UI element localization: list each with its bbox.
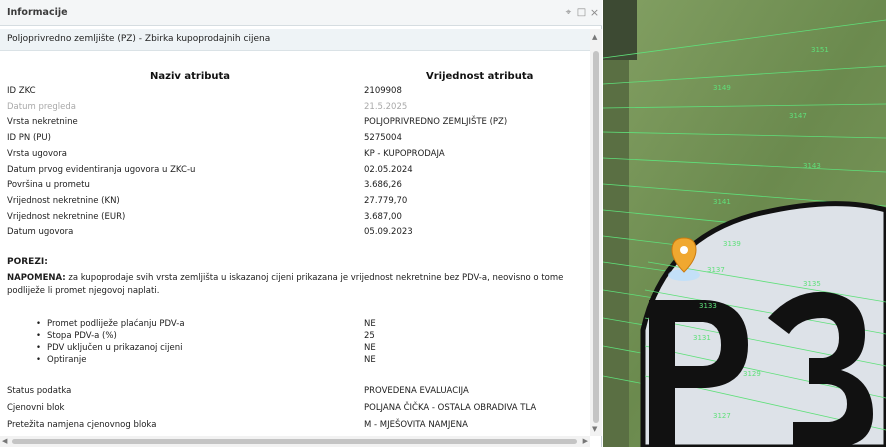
attribute-row: Cjenovni blok POLJANA ČIČKA - OSTALA OBRA… [7,402,582,414]
parcel-number-label: 3151 [811,46,829,54]
close-icon[interactable]: × [589,7,600,18]
attribute-value: 27.779,70 [364,195,408,206]
parcel-number-label: 3133 [699,302,717,310]
bullet-dot: • [36,343,42,353]
tax-item: • Stopa PDV-a (%) 25 [36,331,576,342]
attribute-row: Datum pregleda 21.5.2025 [7,101,582,113]
panel-titlebar: Informacije ⌖ □ × [0,0,602,26]
attribute-row: Datum prvog evidentiranja ugovora u ZKC-… [7,164,582,176]
attribute-value: 2109908 [364,86,402,96]
tax-item-label: Stopa PDV-a (%) [47,331,117,341]
parcel-number-label: 3135 [803,280,821,288]
tax-item-value: NE [364,319,376,329]
bullet-dot: • [36,319,42,329]
attributes-content[interactable]: Naziv atributa Vrijednost atributa ID ZK… [0,52,590,436]
horizontal-scroll-thumb[interactable] [12,439,577,444]
attribute-row: Pretežita namjena cjenovnog bloka M - MJE… [7,419,582,431]
attribute-row: ID ZKC 2109908 [7,85,582,97]
scroll-right-icon[interactable]: ▶ [583,437,588,445]
attribute-value: 21.5.2025 [364,101,408,112]
attribute-row: Datum ugovora 05.09.2023 [7,226,582,238]
attribute-name: Vrsta ugovora [7,148,67,159]
tax-item-label: Promet podliježe plaćanju PDV-a [47,319,185,329]
attribute-row: Vrsta nekretnine POLJOPRIVREDNO ZEMLJIŠTE… [7,116,582,128]
attribute-name: Površina u prometu [7,180,90,191]
scroll-down-icon[interactable]: ▼ [592,425,597,433]
vertical-scrollbar[interactable]: ▲ ▼ [590,29,602,436]
attribute-value: PROVEDENA EVALUACIJA [364,386,469,396]
attribute-name: Vrijednost nekretnine (EUR) [7,211,126,222]
attribute-value: POLJANA ČIČKA - OSTALA OBRADIVA TLA [364,403,537,413]
attribute-name: Vrsta nekretnine [7,117,78,128]
attribute-row: Vrijednost nekretnine (KN) 27.779,70 [7,195,582,207]
tax-item-label: PDV uključen u prikazanoj cijeni [47,343,183,353]
tax-item: • Promet podliježe plaćanju PDV-a NE [36,319,576,330]
tax-item-value: 25 [364,331,375,341]
napomena-text: za kupoprodaje svih vrsta zemljišta u is… [7,273,564,296]
attribute-name: Datum pregleda [7,101,76,112]
vertical-scroll-thumb[interactable] [593,51,599,423]
attribute-value: 02.05.2024 [364,164,413,175]
attribute-name: Vrijednost nekretnine (KN) [7,195,120,206]
bullet-dot: • [36,355,42,365]
napomena-note: NAPOMENA: za kupoprodaje svih vrsta zeml… [7,272,582,298]
map-view[interactable]: 3151 3149 3147 3143 3141 3139 3137 3135 3133 3131… [603,0,886,447]
attribute-name: Cjenovni blok [7,403,65,413]
attribute-value: 5275004 [364,133,402,144]
attribute-name: ID PN (PU) [7,133,51,144]
attribute-name: Pretežita namjena cjenovnog bloka [7,420,157,430]
parcel-number-label: 3139 [723,240,741,248]
horizontal-scrollbar[interactable]: ◀ ▶ [0,436,590,447]
column-header-name: Naziv atributa [150,71,231,82]
column-header-value: Vrijednost atributa [426,71,534,82]
attribute-row: Status podatka PROVEDENA EVALUACIJA [7,385,582,397]
field-corner [603,0,637,60]
attribute-row: Vrsta ugovora KP - KUPOPRODAJA [7,148,582,160]
attribute-row: Vrijednost nekretnine (EUR) 3.687,00 [7,211,582,223]
scroll-left-icon[interactable]: ◀ [2,437,7,445]
attribute-row: Površina u prometu 3.686,26 [7,179,582,191]
map-canvas[interactable]: 3151 3149 3147 3143 3141 3139 3137 3135 3133 3131… [603,0,886,447]
parcel-number-label: 3131 [693,334,711,342]
layer-subtitle-bar: Poljoprivredno zemljište (PZ) - Zbirka k… [0,29,590,51]
attribute-value: KP - KUPOPRODAJA [364,148,445,159]
attribute-value: M - MJEŠOVITA NAMJENA [364,420,468,430]
napomena-label: NAPOMENA: [7,273,66,283]
parcel-number-label: 3127 [713,412,731,420]
attribute-name: Datum prvog evidentiranja ugovora u ZKC-… [7,164,196,175]
attribute-value: 3.687,00 [364,211,402,222]
tax-item: • Optiranje NE [36,355,576,366]
attribute-row: ID PN (PU) 5275004 [7,132,582,144]
bullet-dot: • [36,331,42,341]
layer-subtitle: Poljoprivredno zemljište (PZ) - Zbirka k… [7,34,271,44]
attribute-value: 05.09.2023 [364,227,413,238]
tax-item: • PDV uključen u prikazanoj cijeni NE [36,343,576,354]
tax-item-value: NE [364,355,376,365]
parcel-number-label: 3141 [713,198,731,206]
scroll-up-icon[interactable]: ▲ [592,33,597,41]
maximize-icon[interactable]: □ [576,7,587,18]
parcel-number-label: 3137 [707,266,725,274]
attribute-name: Status podatka [7,386,72,396]
attribute-name: ID ZKC [7,86,36,96]
tax-item-value: NE [364,343,376,353]
attribute-value: POLJOPRIVREDNO ZEMLJIŠTE (PZ) [364,117,508,128]
attribute-name: Datum ugovora [7,227,74,238]
pin-icon[interactable]: ⌖ [563,7,574,18]
panel-title: Informacije [7,7,68,18]
tax-item-label: Optiranje [47,355,87,365]
porezi-heading: POREZI: [7,257,48,267]
parcel-number-label: 3143 [803,162,821,170]
parcel-number-label: 3129 [743,370,761,378]
info-panel: Informacije ⌖ □ × Poljoprivredno zemljiš… [0,0,602,447]
parcel-number-label: 3147 [789,112,807,120]
parcel-number-label: 3149 [713,84,731,92]
attribute-value: 3.686,26 [364,180,402,191]
